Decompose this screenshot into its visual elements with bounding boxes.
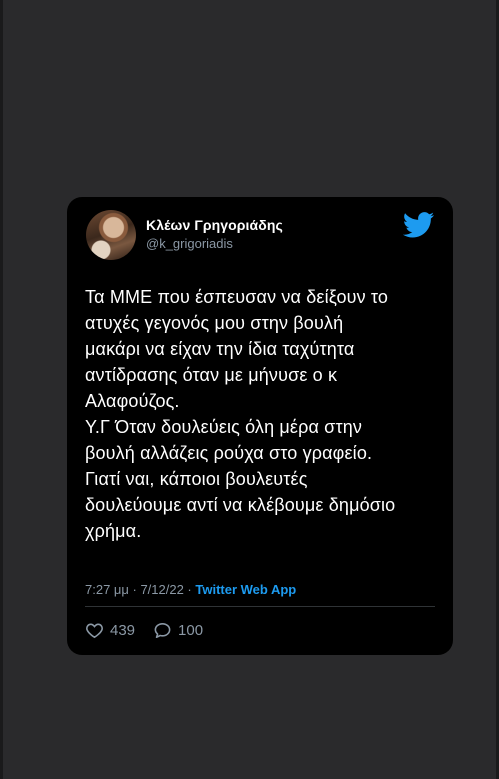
tweet-timestamp[interactable]: 7:27 μμ · 7/12/22 ·	[85, 582, 195, 597]
engagement-stats: 439 100	[85, 621, 221, 640]
avatar[interactable]	[86, 210, 136, 260]
replies-count: 100	[178, 622, 204, 639]
twitter-bird-icon[interactable]	[403, 212, 435, 238]
author-handle[interactable]: @k_grigoriadis	[146, 236, 233, 251]
likes-stat[interactable]: 439	[85, 621, 135, 640]
screenshot-background: Κλέων Γρηγοριάδης @k_grigoriadis Τα ΜΜΕ …	[0, 0, 499, 779]
heart-icon	[86, 623, 103, 639]
replies-stat[interactable]: 100	[153, 621, 203, 640]
likes-count: 439	[110, 622, 136, 639]
divider	[85, 606, 435, 607]
tweet-text: Τα ΜΜΕ που έσπευσαν να δείξουν το ατυχές…	[85, 287, 396, 541]
source-app-link[interactable]: Twitter Web App	[195, 582, 296, 597]
tweet-card[interactable]: Κλέων Γρηγοριάδης @k_grigoriadis Τα ΜΜΕ …	[67, 197, 453, 655]
author-name[interactable]: Κλέων Γρηγοριάδης	[146, 217, 283, 233]
left-edge	[0, 0, 3, 779]
reply-bubble-icon	[154, 622, 171, 639]
tweet-meta: 7:27 μμ · 7/12/22 · Twitter Web App	[85, 582, 296, 597]
